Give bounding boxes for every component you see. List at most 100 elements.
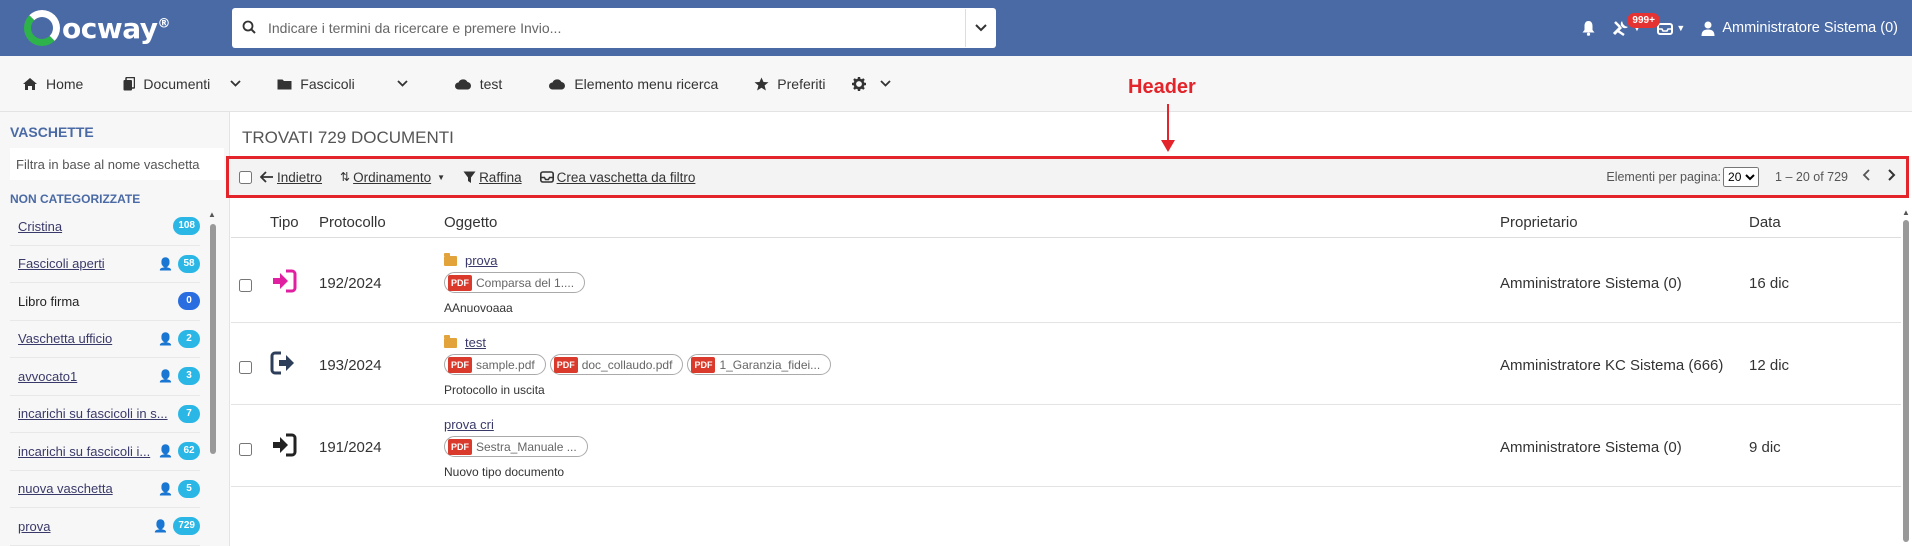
user-icon: 👤 [153, 519, 169, 534]
folder-link[interactable]: prova [444, 252, 585, 268]
cloud-icon [549, 78, 566, 89]
nav-settings[interactable] [851, 76, 891, 91]
table-row[interactable]: 193/2024 test PDF sample.pdf PDF doc_colla… [231, 323, 1901, 405]
sidebar-item-nuova-vaschetta[interactable]: nuova vaschetta 👤 5 [10, 471, 200, 508]
inbox-menu[interactable]: 999+ ▼ [1627, 13, 1685, 35]
sidebar-scrollbar[interactable]: ▲ [208, 210, 217, 540]
chevron-down-icon[interactable] [230, 78, 241, 90]
sidebar-item-incarichi-2[interactable]: incarichi su fascicoli i... 👤 62 [10, 433, 200, 471]
filter-icon [463, 171, 476, 183]
document-type: Nuovo tipo documento [444, 465, 565, 479]
row-checkbox[interactable] [239, 279, 252, 292]
user-icon: 👤 [158, 331, 173, 346]
attachments: PDF sample.pdf PDF doc_collaudo.pdf PDF 1_G… [444, 354, 832, 375]
count-badge: 58 [178, 254, 200, 273]
folder-icon [444, 252, 457, 266]
scrollbar-thumb[interactable] [1903, 220, 1909, 542]
vaschette-list: Cristina 108 Fascicoli aperti 👤 58 Libro… [10, 208, 200, 546]
owner: Amministratore Sistema (0) [1500, 439, 1682, 456]
sidebar-item-libro-firma[interactable]: Libro firma 0 [10, 283, 200, 321]
chevron-down-icon[interactable] [879, 78, 891, 90]
user-menu[interactable]: Amministratore Sistema (0) [1701, 20, 1898, 36]
pdf-icon: PDF [448, 356, 472, 373]
per-page-select[interactable]: 20 [1723, 167, 1760, 187]
bell-icon[interactable] [1581, 20, 1596, 36]
create-vaschetta-button[interactable]: Crea vaschetta da filtro [539, 170, 695, 185]
annotation-arrow [1167, 104, 1169, 144]
pdf-icon: PDF [553, 356, 578, 373]
attachment-chip[interactable]: PDF doc_collaudo.pdf [549, 354, 684, 375]
nav-test[interactable]: test [454, 75, 503, 92]
user-icon: 👤 [158, 481, 173, 496]
attachment-chip[interactable]: PDF Sestra_Manuale ... [444, 436, 588, 457]
count-badge: 3 [178, 367, 200, 386]
nav-documenti-label: Documenti [143, 75, 211, 92]
col-protocollo[interactable]: Protocollo [319, 214, 386, 231]
sidebar-item-prova[interactable]: prova 👤 729 [10, 508, 200, 546]
sort-dropdown[interactable]: ⇅ Ordinamento ▼ [340, 170, 445, 185]
subject-cell: prova cri PDF Sestra_Manuale ... Nuovo ti… [444, 417, 588, 479]
nav-test-label: test [479, 75, 503, 92]
pdf-icon: PDF [448, 274, 472, 291]
back-button[interactable]: Indietro [260, 170, 322, 185]
scrollbar-thumb[interactable] [210, 224, 216, 454]
protocol-outgoing-icon [270, 351, 294, 375]
owner: Amministratore KC Sistema (666) [1500, 357, 1724, 374]
table-row[interactable]: 192/2024 prova PDF Comparsa del 1.... AAn… [231, 241, 1901, 323]
notifications-badge: 999+ [1627, 13, 1660, 28]
date: 9 dic [1749, 439, 1781, 456]
protocol-incoming-icon [273, 269, 297, 293]
attachments: PDF Comparsa del 1.... [444, 272, 586, 293]
col-proprietario[interactable]: Proprietario [1500, 214, 1578, 231]
main-content: TROVATI 729 DOCUMENTI Indietro ⇅ Ordinam… [226, 112, 1912, 546]
attachment-chip[interactable]: PDF sample.pdf [444, 354, 546, 375]
search-icon[interactable] [232, 20, 266, 37]
prev-page-chevron-icon[interactable] [1858, 168, 1874, 186]
nav-elemento-menu-ricerca[interactable]: Elemento menu ricerca [548, 76, 718, 92]
document-title-link[interactable]: prova cri [444, 417, 588, 432]
table-row[interactable]: 191/2024 prova cri PDF Sestra_Manuale ...… [231, 405, 1901, 487]
sidebar-item-vaschetta-ufficio[interactable]: Vaschetta ufficio 👤 2 [10, 321, 200, 358]
vaschetta-filter-input[interactable] [10, 148, 224, 180]
col-tipo[interactable]: Tipo [270, 214, 299, 231]
nav-home[interactable]: Home [22, 76, 83, 92]
date: 16 dic [1749, 275, 1790, 292]
sidebar-item-fascicoli-aperti[interactable]: Fascicoli aperti 👤 58 [10, 246, 200, 283]
search-input[interactable] [266, 9, 966, 47]
results-header-toolbar: Indietro ⇅ Ordinamento ▼ Raffina Crea va… [226, 156, 1909, 198]
nav-preferiti[interactable]: Preferiti [754, 76, 826, 92]
sidebar-item-cristina[interactable]: Cristina 108 [10, 208, 200, 246]
protocol-number: 193/2024 [319, 357, 382, 374]
main-scrollbar[interactable]: ▲ [1902, 208, 1910, 546]
nav-documenti[interactable]: Documenti [123, 76, 241, 92]
chevron-down-icon[interactable] [397, 78, 408, 90]
select-all-checkbox[interactable] [239, 170, 252, 184]
user-icon: 👤 [158, 256, 173, 271]
search-dropdown-chevron-icon[interactable] [966, 21, 996, 35]
sidebar-item-incarichi-1[interactable]: incarichi su fascicoli in s... 7 [10, 396, 200, 433]
col-oggetto[interactable]: Oggetto [444, 214, 497, 231]
pdf-icon: PDF [691, 356, 716, 373]
attachment-chip[interactable]: PDF 1_Garanzia_fidei... [687, 354, 832, 375]
refine-button[interactable]: Raffina [463, 170, 522, 185]
user-label: Amministratore Sistema (0) [1722, 20, 1898, 36]
sidebar-title: VASCHETTE [10, 124, 94, 140]
attachment-chip[interactable]: PDF Comparsa del 1.... [444, 272, 586, 293]
row-checkbox[interactable] [239, 361, 252, 374]
next-page-chevron-icon[interactable] [1884, 168, 1900, 186]
logo-ring-icon [24, 10, 60, 46]
col-data[interactable]: Data [1749, 214, 1781, 231]
global-search [232, 8, 996, 48]
protocol-incoming-icon [273, 433, 297, 457]
scroll-up-icon[interactable]: ▲ [208, 210, 216, 219]
folder-link[interactable]: test [444, 334, 831, 350]
row-checkbox[interactable] [239, 443, 252, 456]
scroll-up-icon[interactable]: ▲ [1902, 208, 1910, 217]
nav-fascicoli[interactable]: Fascicoli [277, 76, 408, 92]
home-icon [23, 77, 37, 90]
inbox-icon [539, 171, 554, 183]
sidebar-item-avvocato1[interactable]: avvocato1 👤 3 [10, 358, 200, 396]
document-type: Protocollo in uscita [444, 383, 545, 397]
count-badge: 108 [173, 217, 200, 236]
app-logo[interactable]: ocway® [24, 8, 170, 48]
